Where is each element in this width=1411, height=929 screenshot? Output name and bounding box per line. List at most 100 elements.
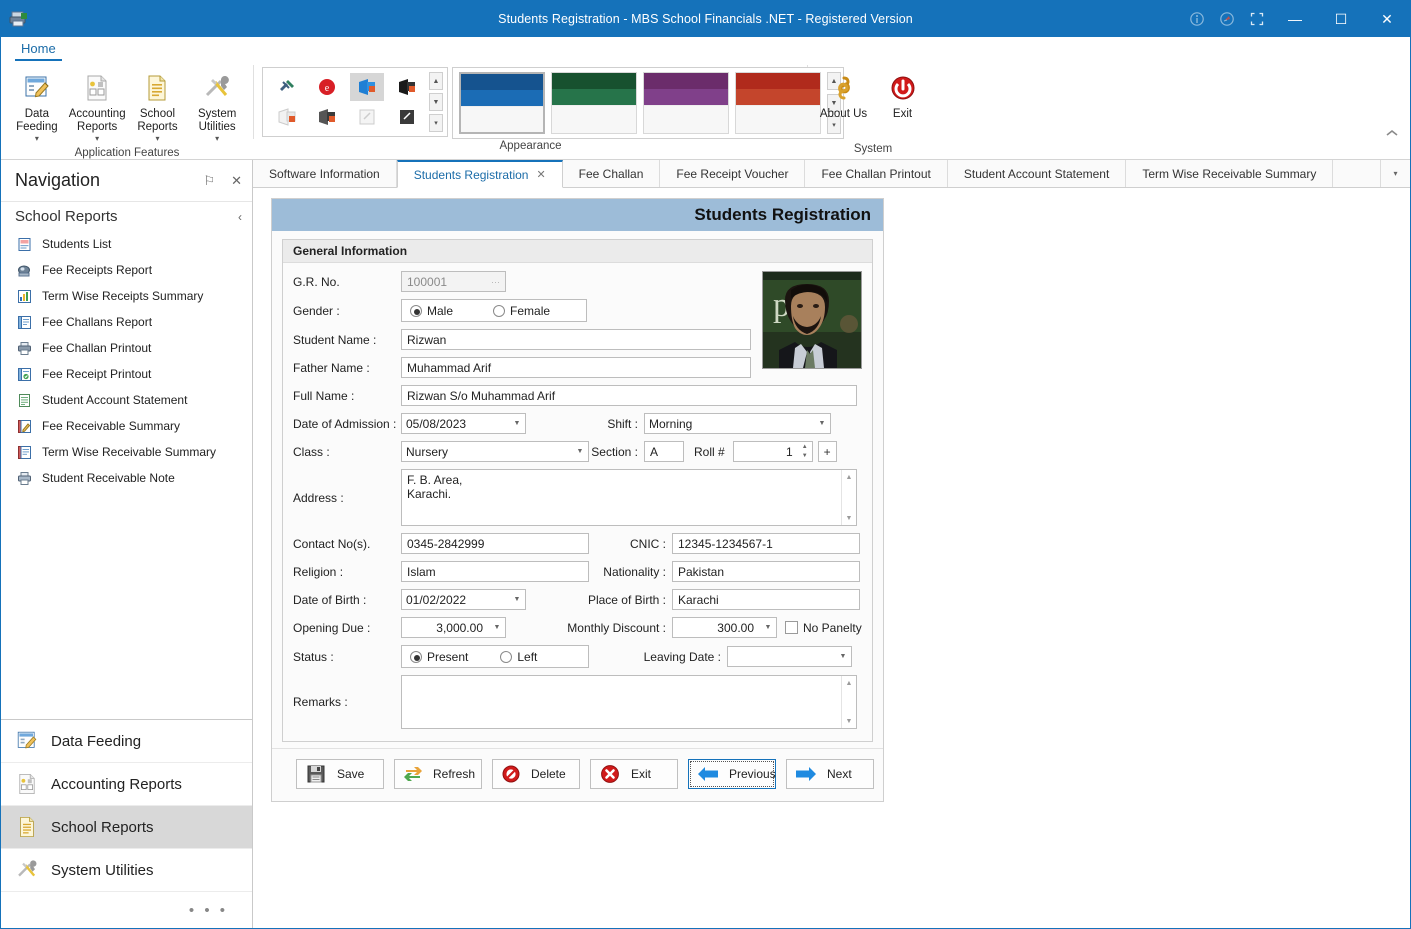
chevron-down-icon[interactable]: ▼: [509, 596, 525, 603]
skin-gallery-scrollbar[interactable]: ▲ ▼ ▾: [429, 72, 443, 132]
skin-blue-office-icon[interactable]: [350, 73, 384, 101]
chevron-down-icon[interactable]: ▾: [35, 134, 39, 143]
cnic-input[interactable]: [672, 533, 860, 554]
ribbon-button-system-utilities[interactable]: System Utilities ▾: [187, 67, 247, 146]
chevron-down-icon[interactable]: ▼: [760, 624, 776, 631]
religion-input[interactable]: [401, 561, 589, 582]
status-radio-group[interactable]: Present Left: [401, 645, 589, 668]
skin-office2013-icon[interactable]: [270, 73, 304, 101]
refresh-button[interactable]: Refresh: [394, 759, 482, 789]
skin-gallery[interactable]: e ▲ ▼ ▾: [262, 67, 448, 137]
skin-light-form-icon[interactable]: [350, 103, 384, 131]
nav-item-term-wise-receipts-summary[interactable]: Term Wise Receipts Summary: [1, 283, 252, 309]
roll-add-button[interactable]: +: [817, 441, 837, 462]
date-of-birth-picker[interactable]: 01/02/2022 ▼: [401, 589, 526, 610]
scroll-up-icon[interactable]: ▲: [842, 470, 856, 484]
chevron-down-icon[interactable]: ▼: [814, 420, 830, 427]
remarks-input[interactable]: [402, 676, 841, 728]
ribbon-button-about-us[interactable]: About Us: [814, 67, 873, 124]
tab-students-registration[interactable]: Students Registration ✕: [396, 160, 563, 188]
tab-overflow-button[interactable]: ▾: [1380, 160, 1410, 187]
chevron-down-icon[interactable]: ▼: [572, 448, 588, 455]
nav-section-accounting-reports[interactable]: Accounting Reports: [1, 763, 252, 806]
leaving-date-picker[interactable]: ▼: [727, 646, 852, 667]
ribbon-button-accounting-reports[interactable]: Accounting Reports ▾: [67, 67, 128, 146]
scroll-down-icon[interactable]: ▼: [842, 714, 856, 728]
gr-no-input[interactable]: 100001 ···: [401, 271, 506, 292]
chevron-down-icon[interactable]: ▼: [835, 653, 851, 660]
chevron-down-icon[interactable]: ▾: [95, 134, 99, 143]
pin-icon[interactable]: ⚐: [203, 173, 215, 189]
monthly-discount-input[interactable]: 300.00 ▼: [672, 617, 777, 638]
roll-number-spinner[interactable]: 1 ▲ ▼: [732, 441, 813, 462]
tab-software-information[interactable]: Software Information: [253, 160, 397, 187]
pin-balloon-icon[interactable]: [1212, 1, 1242, 37]
gender-radio-group[interactable]: Male Female: [401, 299, 587, 322]
remarks-scrollbar[interactable]: ▲ ▼: [841, 676, 856, 728]
scroll-more-icon[interactable]: ▾: [429, 114, 443, 132]
previous-button[interactable]: Previous: [688, 759, 776, 789]
chevron-down-icon[interactable]: ▼: [509, 420, 525, 427]
place-of-birth-input[interactable]: [672, 589, 860, 610]
date-of-admission-picker[interactable]: 05/08/2023 ▼: [401, 413, 526, 434]
nav-section-system-utilities[interactable]: System Utilities: [1, 849, 252, 892]
nav-item-term-wise-receivable-summary[interactable]: Term Wise Receivable Summary: [1, 439, 252, 465]
next-button[interactable]: Next: [786, 759, 874, 789]
ribbon-collapse-button[interactable]: [1386, 61, 1410, 159]
maximize-button[interactable]: ☐: [1318, 1, 1364, 37]
ribbon-button-exit[interactable]: Exit: [873, 67, 932, 124]
skin-white-office-icon[interactable]: [270, 103, 304, 131]
ribbon-tab-home[interactable]: Home: [15, 40, 62, 61]
scroll-down-icon[interactable]: ▼: [842, 511, 856, 525]
student-name-input[interactable]: [401, 329, 751, 350]
status-radio-present[interactable]: Present: [402, 650, 476, 664]
tab-fee-challan-printout[interactable]: Fee Challan Printout: [805, 160, 948, 187]
status-radio-left[interactable]: Left: [492, 650, 545, 664]
chevron-left-icon[interactable]: ‹: [238, 210, 242, 224]
nav-item-fee-receivable-summary[interactable]: Fee Receivable Summary: [1, 413, 252, 439]
nationality-input[interactable]: [672, 561, 860, 582]
chevron-down-icon[interactable]: ▼: [489, 624, 505, 631]
tab-student-account-statement[interactable]: Student Account Statement: [948, 160, 1127, 187]
minimize-button[interactable]: —: [1272, 1, 1318, 37]
gender-radio-male[interactable]: Male: [402, 304, 461, 318]
close-icon[interactable]: ✕: [231, 173, 242, 189]
skin-dark-form-icon[interactable]: [390, 103, 424, 131]
shift-combobox[interactable]: Morning ▼: [644, 413, 831, 434]
save-button[interactable]: Save: [296, 759, 384, 789]
father-name-input[interactable]: [401, 357, 751, 378]
ellipsis-icon[interactable]: ···: [491, 277, 500, 287]
fullscreen-icon[interactable]: [1242, 1, 1272, 37]
theme-gallery[interactable]: ▲ ▼ ▾: [452, 67, 844, 139]
theme-swatch-blue[interactable]: [459, 72, 545, 134]
ribbon-button-data-feeding[interactable]: Data Feeding ▾: [7, 67, 67, 146]
address-scrollbar[interactable]: ▲ ▼: [841, 470, 856, 525]
nav-section-data-feeding[interactable]: Data Feeding: [1, 720, 252, 763]
chevron-down-icon[interactable]: ▾: [155, 134, 159, 143]
delete-button[interactable]: Delete: [492, 759, 580, 789]
navigation-group-header[interactable]: School Reports ‹: [1, 202, 252, 231]
gender-radio-female[interactable]: Female: [485, 304, 558, 318]
nav-item-student-receivable-note[interactable]: Student Receivable Note: [1, 465, 252, 491]
skin-black-office-icon[interactable]: [390, 73, 424, 101]
chevron-down-icon[interactable]: ▾: [215, 134, 219, 143]
opening-due-input[interactable]: 3,000.00 ▼: [401, 617, 506, 638]
navigation-more-button[interactable]: • • •: [1, 892, 252, 928]
nav-section-school-reports[interactable]: School Reports: [1, 806, 252, 849]
ribbon-button-school-reports[interactable]: School Reports ▾: [128, 67, 188, 146]
nav-item-fee-receipts-report[interactable]: Fee Receipts Report: [1, 257, 252, 283]
full-name-input[interactable]: [401, 385, 857, 406]
exit-button[interactable]: Exit: [590, 759, 678, 789]
scroll-up-icon[interactable]: ▲: [429, 72, 443, 90]
section-input[interactable]: [644, 441, 684, 462]
contact-input[interactable]: [401, 533, 589, 554]
nav-item-student-account-statement[interactable]: Student Account Statement: [1, 387, 252, 413]
theme-swatch-purple[interactable]: [643, 72, 729, 134]
address-input[interactable]: [402, 470, 841, 525]
nav-item-fee-challans-report[interactable]: Fee Challans Report: [1, 309, 252, 335]
class-combobox[interactable]: Nursery ▼: [401, 441, 589, 462]
info-icon[interactable]: [1182, 1, 1212, 37]
nav-item-students-list[interactable]: Students List: [1, 231, 252, 257]
skin-red-circle-icon[interactable]: e: [310, 73, 344, 101]
no-penalty-checkbox[interactable]: No Panelty: [785, 621, 862, 635]
